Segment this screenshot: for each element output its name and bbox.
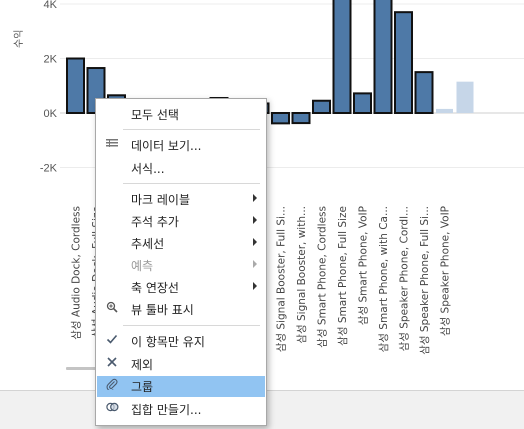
menu-item-exclude[interactable]: 제외 [97, 354, 265, 375]
bar[interactable] [66, 57, 85, 114]
submenu-arrow-icon [253, 194, 257, 202]
bar[interactable] [291, 112, 311, 125]
bar[interactable] [456, 81, 474, 113]
x-tick-label: 삼성 Smart Phone, Full Size [337, 206, 349, 346]
x-tick-label: 삼성 Signal Booster, Full Si... [276, 206, 288, 352]
y-tick-label: -2K [40, 163, 58, 175]
menu-item-label: 이 항목만 유지 [131, 335, 205, 349]
set-circles-icon [105, 401, 119, 417]
paperclip-icon [105, 378, 119, 394]
x-tick-label: 삼성 Smart Phone, Cordless [317, 206, 329, 348]
checkmark-icon [105, 333, 119, 349]
menu-item-forecast: 예측 [97, 255, 265, 276]
close-icon [105, 356, 119, 372]
menu-item-create-set[interactable]: 집합 만들기... [97, 399, 265, 420]
menu-item-add-annotation[interactable]: 주석 추가 [97, 211, 265, 232]
x-tick-label: 삼성 Audio Dock, Cordless [71, 206, 83, 340]
menu-separator [123, 325, 260, 326]
menu-item-label: 서식... [131, 162, 165, 176]
menu-item-trend-line[interactable]: 추세선 [97, 233, 265, 254]
bar[interactable] [332, 0, 352, 115]
menu-item-show-view-toolbar[interactable]: 뷰 툴바 표시 [97, 299, 265, 320]
menu-item-label: 집합 만들기... [131, 403, 202, 417]
bar[interactable] [271, 112, 290, 125]
menu-item-label: 마크 레이블 [131, 193, 191, 207]
menu-item-label: 주석 추가 [131, 215, 179, 229]
menu-item-label: 모두 선택 [131, 108, 179, 122]
bar[interactable] [414, 71, 434, 114]
bar[interactable] [436, 108, 453, 113]
context-menu: 모두 선택 데이터 보기... 서식... 마크 레이블 주석 추가 추세선 예… [95, 98, 267, 426]
bar[interactable] [373, 0, 393, 115]
bar[interactable] [394, 11, 413, 114]
menu-item-select-all[interactable]: 모두 선택 [97, 104, 265, 125]
menu-item-label: 예측 [131, 259, 154, 273]
menu-item-label: 데이터 보기... [131, 139, 202, 153]
x-tick-label: 삼성 Signal Booster, with... [296, 206, 308, 344]
menu-item-keep-only[interactable]: 이 항목만 유지 [97, 331, 265, 352]
menu-item-view-data[interactable]: 데이터 보기... [97, 135, 265, 156]
menu-item-mark-label[interactable]: 마크 레이블 [97, 189, 265, 210]
x-tick-label: 삼성 Smart Phone, with Ca... [378, 206, 390, 352]
menu-item-format[interactable]: 서식... [97, 158, 265, 179]
submenu-arrow-icon [253, 216, 257, 224]
submenu-arrow-icon [253, 238, 257, 246]
y-tick-label: 0K [44, 108, 58, 120]
menu-separator [123, 129, 260, 130]
submenu-arrow-icon [253, 282, 257, 290]
menu-item-group[interactable]: 그룹 [97, 376, 265, 397]
menu-separator [123, 183, 260, 184]
y-axis-label: 수익 [13, 30, 25, 48]
menu-item-label: 그룹 [131, 380, 154, 394]
y-axis-ticks: 4K 2K 0K -2K [40, 0, 58, 175]
menu-item-label: 제외 [131, 358, 154, 372]
x-tick-label: 삼성 Speaker Phone, Cordl... [399, 206, 411, 351]
submenu-arrow-icon [253, 260, 257, 268]
x-tick-label: 삼성 Speaker Phone, VoIP [440, 206, 452, 336]
bar[interactable] [353, 92, 372, 114]
y-tick-label: 2K [44, 54, 58, 66]
menu-item-label: 추세선 [131, 237, 165, 251]
zoom-icon [105, 301, 119, 317]
menu-item-label: 뷰 툴바 표시 [131, 303, 194, 317]
y-tick-label: 4K [44, 0, 58, 11]
x-tick-label: 삼성 Speaker Phone, Full Si... [419, 206, 431, 355]
bar[interactable] [312, 99, 331, 115]
menu-item-label: 축 연장선 [131, 281, 179, 295]
x-tick-label: 삼성 Smart Phone, VoIP [358, 206, 370, 325]
data-grid-icon [105, 137, 119, 153]
menu-item-reference-line[interactable]: 축 연장선 [97, 277, 265, 298]
